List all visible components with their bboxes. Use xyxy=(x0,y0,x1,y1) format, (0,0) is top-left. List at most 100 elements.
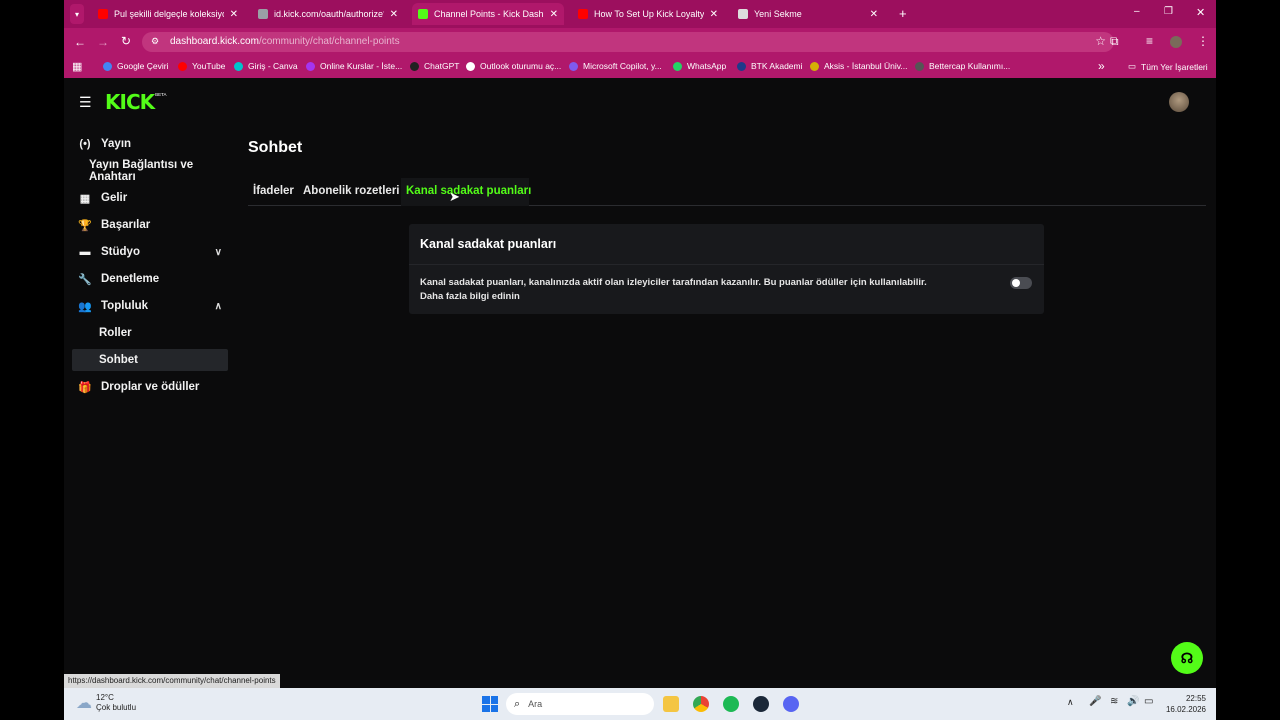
studio-icon: ▬ xyxy=(79,246,91,258)
bookmark-favicon-icon xyxy=(306,61,315,71)
user-avatar[interactable] xyxy=(1169,92,1189,112)
sidebar-item-label: Roller xyxy=(99,327,132,339)
tab-title: How To Set Up Kick Loyalty Poi xyxy=(594,9,704,19)
sidebar-item-droplar-ve-ödüller[interactable]: 🎁 Droplar ve ödüller xyxy=(72,376,228,398)
sidebar-item-denetleme[interactable]: 🔧 Denetleme xyxy=(72,268,228,290)
bookmarks-overflow-button[interactable]: » xyxy=(1098,59,1105,73)
taskbar-search[interactable]: ⌕ Ara xyxy=(506,693,654,715)
support-button[interactable]: ☊ xyxy=(1171,642,1203,674)
browser-tab[interactable]: Channel Points - Kick Dashboa ✕ xyxy=(412,3,564,25)
restore-button[interactable]: ❐ xyxy=(1164,6,1173,17)
sidebar-item-yayın-bağlantısı-ve-anahtarı[interactable]: Yayın Bağlantısı ve Anahtarı xyxy=(72,159,242,183)
tab-close-icon[interactable]: ✕ xyxy=(710,9,718,20)
tray-chevron-icon[interactable]: ∧ xyxy=(1067,697,1074,708)
tab-close-icon[interactable]: ✕ xyxy=(870,9,878,20)
all-bookmarks-button[interactable]: ▭ Tüm Yer İşaretleri xyxy=(1128,61,1208,72)
chrome-icon[interactable] xyxy=(693,696,709,712)
tab-title: Channel Points - Kick Dashboa xyxy=(434,9,544,19)
tab-kanal-sadakat-puanlari[interactable]: Kanal sadakat puanları xyxy=(401,178,531,206)
card-title: Kanal sadakat puanları xyxy=(420,237,557,251)
sidebar-item-başarılar[interactable]: 🏆 Başarılar xyxy=(72,214,228,236)
search-placeholder: Ara xyxy=(528,699,543,709)
drops-icon: 🎁 xyxy=(78,381,92,394)
media-controls-icon[interactable]: ≡ xyxy=(1146,34,1153,48)
chevron-icon[interactable]: ∧ xyxy=(215,301,222,312)
weather-widget[interactable]: ☁ 12°C Çok bulutlu xyxy=(76,693,136,713)
bookmark-label: YouTube xyxy=(192,61,226,71)
windows-taskbar: ☁ 12°C Çok bulutlu ⌕ Ara ∧ 🎤 ≋ 🔊 ▭ 22:55… xyxy=(64,688,1216,720)
card-description: Kanal sadakat puanları, kanalınızda akti… xyxy=(420,277,927,288)
battery-icon[interactable]: ▭ xyxy=(1144,696,1153,707)
bookmark-item[interactable]: YouTube xyxy=(178,61,225,71)
bookmark-item[interactable]: Bettercap Kullanımı... xyxy=(915,61,1010,71)
forward-icon[interactable]: → xyxy=(97,35,109,49)
kick-logo[interactable]: KICK BETA xyxy=(105,90,167,114)
tab-favicon-icon xyxy=(738,9,748,19)
bookmark-item[interactable]: ChatGPT xyxy=(410,61,459,71)
close-window-button[interactable]: ✕ xyxy=(1196,6,1205,19)
bookmark-label: Microsoft Copilot, y... xyxy=(583,61,662,71)
bookmark-favicon-icon xyxy=(103,61,112,71)
back-icon[interactable]: ← xyxy=(74,35,86,49)
start-button[interactable] xyxy=(482,696,498,712)
sidebar-item-stüdyo[interactable]: ▬ Stüdyo ∨ xyxy=(72,241,228,263)
tab-close-icon[interactable]: ✕ xyxy=(550,9,558,20)
hamburger-menu-icon[interactable]: ☰ xyxy=(79,94,92,111)
bookmark-item[interactable]: Microsoft Copilot, y... xyxy=(569,61,662,71)
minimize-button[interactable]: – xyxy=(1134,6,1140,17)
extensions-icon[interactable]: ⧉ xyxy=(1110,34,1119,49)
folder-icon: ▭ xyxy=(1128,61,1137,71)
bookmark-label: ChatGPT xyxy=(424,61,460,71)
sidebar-item-gelir[interactable]: ▦ Gelir xyxy=(72,187,228,209)
microphone-icon[interactable]: 🎤 xyxy=(1089,696,1101,707)
bookmark-item[interactable]: Outlook oturumu aç... xyxy=(466,61,561,71)
reload-icon[interactable]: ↻ xyxy=(121,34,131,48)
bookmark-star-icon[interactable]: ☆ xyxy=(1095,34,1106,48)
bookmark-item[interactable]: Aksis - İstanbul Üniv... xyxy=(810,61,907,71)
url-field[interactable]: ⚙ dashboard.kick.com/community/chat/chan… xyxy=(142,32,1114,52)
bookmark-label: Giriş - Canva xyxy=(248,61,298,71)
tab-abonelik-rozetleri[interactable]: Abonelik rozetleri xyxy=(303,185,400,197)
browser-tab[interactable]: id.kick.com/oauth/authorize?cli ✕ xyxy=(252,3,404,25)
profile-avatar[interactable] xyxy=(1170,36,1182,48)
learn-more-link[interactable]: Daha fazla bilgi edinin xyxy=(420,291,520,302)
site-info-icon[interactable]: ⚙ xyxy=(151,36,159,47)
volume-icon[interactable]: 🔊 xyxy=(1127,696,1139,707)
chevron-icon[interactable]: ∨ xyxy=(215,247,222,258)
url-host: dashboard.kick.com xyxy=(170,36,259,47)
tab-favicon-icon xyxy=(418,9,428,19)
tab-search-button[interactable]: ▾ xyxy=(70,4,84,24)
toggle-knob xyxy=(1012,279,1020,287)
steam-icon[interactable] xyxy=(753,696,769,712)
logo-text: KICK xyxy=(105,90,155,114)
sidebar-item-topluluk[interactable]: 👥 Topluluk ∧ xyxy=(72,295,228,317)
channel-points-toggle[interactable] xyxy=(1010,277,1032,289)
wifi-icon[interactable]: ≋ xyxy=(1110,696,1118,707)
bookmark-favicon-icon xyxy=(810,61,819,71)
file-explorer-icon[interactable] xyxy=(663,696,679,712)
sidebar-item-sohbet[interactable]: Sohbet xyxy=(72,349,228,371)
sidebar-item-roller[interactable]: Roller xyxy=(72,322,228,344)
apps-grid-icon[interactable]: ▦ xyxy=(72,60,82,73)
tab-close-icon[interactable]: ✕ xyxy=(230,9,238,20)
new-tab-button[interactable]: + xyxy=(899,6,907,21)
browser-tab[interactable]: Pul şekilli delgeçle koleksiyon y ✕ xyxy=(92,3,244,25)
browser-tab[interactable]: Yeni Sekme ✕ xyxy=(732,3,884,25)
bookmark-label: WhatsApp xyxy=(687,61,727,71)
sidebar-item-label: Gelir xyxy=(101,192,128,204)
browser-tab[interactable]: How To Set Up Kick Loyalty Poi ✕ xyxy=(572,3,724,25)
sidebar-item-yayın[interactable]: (•) Yayın xyxy=(72,133,228,155)
bookmark-item[interactable]: BTK Akademi xyxy=(737,61,803,71)
discord-icon[interactable] xyxy=(783,696,799,712)
tab-close-icon[interactable]: ✕ xyxy=(390,9,398,20)
clock[interactable]: 22:55 16.02.2026 xyxy=(1160,693,1206,715)
menu-icon[interactable]: ⋮ xyxy=(1197,34,1209,48)
cursor-icon: ➤ xyxy=(449,189,460,204)
bookmark-item[interactable]: Giriş - Canva xyxy=(234,61,298,71)
revenue-icon: ▦ xyxy=(79,192,91,205)
spotify-icon[interactable] xyxy=(723,696,739,712)
tab-ifadeler[interactable]: İfadeler xyxy=(253,185,294,197)
bookmark-item[interactable]: WhatsApp xyxy=(673,61,726,71)
bookmark-item[interactable]: Google Çeviri xyxy=(103,61,169,71)
bookmark-item[interactable]: Online Kurslar - İste... xyxy=(306,61,402,71)
